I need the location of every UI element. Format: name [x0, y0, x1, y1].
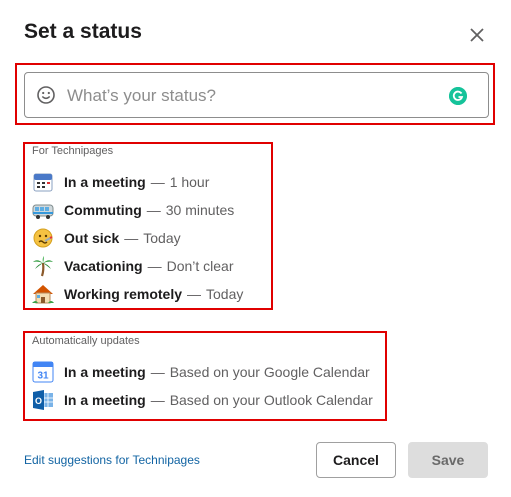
status-option-name: Vacationing [64, 258, 143, 274]
smiley-icon[interactable] [36, 85, 56, 105]
status-option-duration: Today [206, 286, 244, 302]
status-option-separator: — [187, 286, 201, 302]
status-option-working-remotely[interactable]: Working remotely — Today [32, 282, 243, 306]
edit-suggestions-link[interactable]: Edit suggestions for Technipages [24, 453, 200, 467]
status-option-duration: 30 minutes [165, 202, 235, 218]
save-button[interactable]: Save [408, 442, 488, 478]
sick-face-icon [33, 228, 53, 248]
status-option-separator: — [150, 392, 165, 408]
calendar-icon [33, 173, 53, 192]
bus-icon [32, 204, 54, 219]
status-option-separator: — [124, 230, 139, 246]
status-option-vacationing[interactable]: Vacationing — Don’t clear [32, 254, 234, 278]
status-option-out-sick[interactable]: Out sick — Today [32, 226, 181, 250]
status-option-separator: — [146, 202, 161, 218]
status-option-outlook-calendar[interactable]: O In a meeting — Based on your Outlook C… [32, 388, 373, 412]
status-option-name: Commuting [64, 202, 142, 218]
page-title: Set a status [24, 20, 142, 43]
house-icon [32, 285, 54, 304]
status-option-name: Working remotely [64, 286, 182, 302]
status-option-google-calendar[interactable]: 31 In a meeting — Based on your Google C… [32, 360, 370, 384]
status-option-name: In a meeting [64, 392, 146, 408]
status-option-duration: Based on your Google Calendar [169, 364, 370, 380]
grammarly-icon[interactable] [449, 87, 467, 105]
section-label-workspace: For Technipages [32, 145, 114, 157]
status-option-separator: — [150, 174, 165, 190]
status-field[interactable] [24, 72, 489, 118]
status-option-separator: — [150, 364, 165, 380]
google-calendar-icon-text: 31 [37, 371, 49, 382]
status-option-duration: Today [143, 230, 181, 246]
status-option-in-a-meeting[interactable]: In a meeting — 1 hour [32, 170, 209, 194]
status-option-name: Out sick [64, 230, 120, 246]
status-input[interactable] [65, 81, 449, 111]
status-option-separator: — [147, 258, 162, 274]
section-label-auto: Automatically updates [32, 335, 140, 347]
google-calendar-icon: 31 [32, 361, 54, 383]
status-option-name: In a meeting [64, 174, 146, 190]
status-option-duration: Don’t clear [166, 258, 234, 274]
palm-tree-icon [33, 256, 53, 277]
status-option-name: In a meeting [64, 364, 146, 380]
status-option-duration: Based on your Outlook Calendar [169, 392, 373, 408]
status-option-commuting[interactable]: Commuting — 30 minutes [32, 198, 234, 222]
outlook-calendar-icon-text: O [35, 396, 42, 406]
cancel-button[interactable]: Cancel [316, 442, 396, 478]
close-icon[interactable] [466, 24, 488, 46]
status-option-duration: 1 hour [169, 174, 210, 190]
outlook-calendar-icon: O [33, 390, 53, 410]
